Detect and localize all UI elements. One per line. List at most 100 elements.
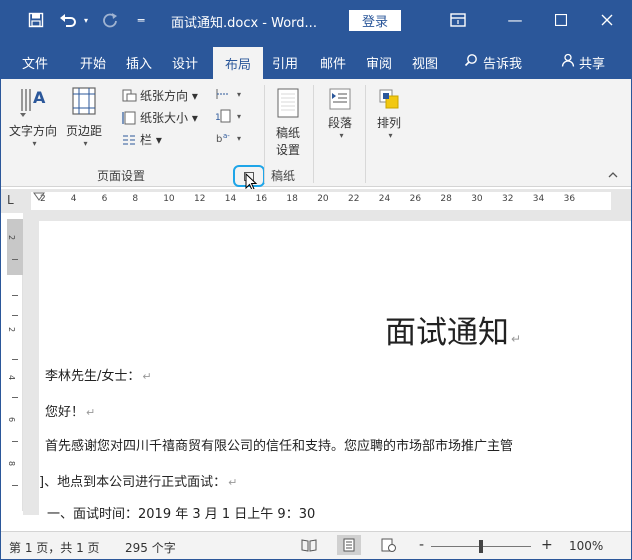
close-icon[interactable] xyxy=(589,7,625,33)
text-direction-button[interactable]: A 文字方向 ▾ xyxy=(7,85,59,148)
breaks-icon xyxy=(216,89,229,99)
ruler-number: 30 xyxy=(471,194,483,204)
columns-label: 栏 ▾ xyxy=(140,133,162,147)
svg-text:b: b xyxy=(216,134,222,145)
maximize-icon[interactable] xyxy=(543,7,579,33)
manuscript-settings-button[interactable]: 稿纸 设置 xyxy=(267,87,309,158)
arrange-icon xyxy=(377,87,401,114)
ruler-number: 32 xyxy=(502,194,514,204)
vruler-tick xyxy=(12,359,18,360)
size-icon xyxy=(122,111,136,124)
ruler-number: 20 xyxy=(317,194,329,204)
save-icon[interactable] xyxy=(25,10,47,30)
tab-view[interactable]: 视图 xyxy=(405,49,445,75)
read-mode-icon[interactable] xyxy=(301,538,317,555)
ruler-number: 10 xyxy=(163,194,175,204)
vruler-number: 6 xyxy=(7,416,17,423)
document-page[interactable]: 面试通知 ↵ 李林先生/女士： ↵ 您好！ ↵ 首先感谢您对四川千禧商贸有限公司的信任… xyxy=(39,221,631,522)
share-button[interactable]: 共享 xyxy=(553,49,613,75)
word-count[interactable]: 295 个字 xyxy=(125,539,176,556)
print-layout-icon[interactable] xyxy=(337,535,361,555)
ribbon-display-icon[interactable] xyxy=(447,10,469,30)
orientation-label: 纸张方向 ▾ xyxy=(140,89,198,103)
document-paragraph[interactable]: 李林先生/女士： ↵ xyxy=(45,365,152,384)
vertical-ruler[interactable]: 2 2 4 6 8 xyxy=(7,219,23,511)
hyphenation-button[interactable]: b a- ▾ xyxy=(215,131,241,145)
zoom-out-button[interactable]: - xyxy=(419,537,424,553)
document-paragraph[interactable]: 一、面试时间：2019 年 3 月 1 日上午 9：30 xyxy=(47,503,315,522)
vruler-number: 8 xyxy=(7,460,17,467)
paragraph-text: 您好！ xyxy=(45,405,85,420)
zoom-slider-thumb[interactable] xyxy=(479,540,483,553)
manuscript-group-label: 稿纸 xyxy=(271,169,296,183)
tab-references[interactable]: 引用 xyxy=(265,49,305,75)
ribbon-separator xyxy=(264,85,265,183)
zoom-level[interactable]: 100% xyxy=(569,539,603,553)
tab-insert[interactable]: 插入 xyxy=(119,49,159,75)
document-heading[interactable]: 面试通知 ↵ xyxy=(385,307,521,352)
text-direction-caret: ▾ xyxy=(32,139,37,148)
breaks-button[interactable]: ▾ xyxy=(215,87,241,101)
login-button[interactable]: 登录 xyxy=(349,10,401,31)
status-bar: 第 1 页，共 1 页 295 个字 - + 100% xyxy=(1,531,631,559)
vruler-number: 4 xyxy=(7,374,17,381)
chevron-up-icon[interactable] xyxy=(607,169,621,181)
minimize-icon[interactable]: — xyxy=(497,7,533,33)
paragraph-mark: ↵ xyxy=(86,406,96,419)
margins-icon xyxy=(68,85,100,122)
tab-review[interactable]: 审阅 xyxy=(359,49,399,75)
margins-caret: ▾ xyxy=(83,139,88,148)
svg-text:a-: a- xyxy=(223,132,230,140)
margins-button[interactable]: 页边距 ▾ xyxy=(61,85,107,148)
vruler-tick xyxy=(12,441,18,442)
customize-icon[interactable]: ═ xyxy=(133,10,149,30)
paragraph-mark: ↵ xyxy=(228,476,238,489)
orientation-button[interactable]: 纸张方向 ▾ xyxy=(121,87,198,104)
document-paragraph[interactable]: 首先感谢您对四川千禧商贸有限公司的信任和支持。您应聘的市场部市场推广主管 xyxy=(45,435,513,454)
ruler-number: 12 xyxy=(194,194,206,204)
size-button[interactable]: 纸张大小 ▾ xyxy=(121,109,198,126)
vruler-number: 2 xyxy=(7,234,17,241)
tab-file[interactable]: 文件 xyxy=(15,49,55,75)
page-setup-dialog-launcher[interactable] xyxy=(233,165,265,191)
word-window: ▾ ═ 面试通知.docx - Word... 登录 — 文件 开始 插入 设计… xyxy=(0,0,632,560)
orientation-icon xyxy=(122,89,137,101)
tab-selector[interactable]: L xyxy=(7,193,21,209)
ruler-number: 18 xyxy=(286,194,298,204)
ruler-number: 22 xyxy=(348,194,360,204)
tell-me-label: 告诉我 xyxy=(482,56,522,72)
arrange-button[interactable]: 排列 ▾ xyxy=(367,87,411,140)
undo-dropdown-icon[interactable]: ▾ xyxy=(81,10,91,30)
paragraph-text: 首先感谢您对四川千禧商贸有限公司的信任和支持。您应聘的市场部市场推广主管 xyxy=(45,439,514,454)
tab-design[interactable]: 设计 xyxy=(165,49,205,75)
line-numbers-button[interactable]: 1 ▾ xyxy=(215,109,241,123)
title-bar: ▾ ═ 面试通知.docx - Word... 登录 — xyxy=(1,1,631,39)
undo-icon[interactable] xyxy=(57,10,79,30)
paragraph-text: ]、地点到本公司进行正式面试： xyxy=(39,475,227,490)
columns-button[interactable]: 栏 ▾ xyxy=(121,131,162,148)
vruler-tick xyxy=(12,397,18,398)
horizontal-ruler[interactable]: 2 4 6 8 10 12 14 16 18 20 22 24 26 28 30 32 34 36 xyxy=(31,192,611,210)
vruler-tick xyxy=(12,315,18,316)
paragraph-mark: ↵ xyxy=(142,370,152,383)
ribbon: A 文字方向 ▾ 页边距 ▾ 纸张方向 ▾ 纸张大小 ▾ 栏 ▾ ▾ 1 ▾ b… xyxy=(1,79,631,191)
tab-mailings[interactable]: 邮件 xyxy=(313,49,353,75)
document-paragraph[interactable]: ]、地点到本公司进行正式面试： ↵ xyxy=(39,471,237,490)
zoom-in-button[interactable]: + xyxy=(541,537,553,553)
vertical-ruler-margin xyxy=(7,219,23,275)
web-layout-icon[interactable] xyxy=(381,538,397,555)
document-paragraph[interactable]: 您好！ ↵ xyxy=(45,401,95,420)
vruler-tick xyxy=(12,485,18,486)
redo-icon[interactable] xyxy=(101,10,119,30)
document-area[interactable]: 面试通知 ↵ 李林先生/女士： ↵ 您好！ ↵ 首先感谢您对四川千禧商贸有限公司的信任… xyxy=(23,213,631,522)
paragraph-label: 段落 xyxy=(327,116,352,130)
tell-me-search[interactable]: 告诉我 xyxy=(453,49,533,75)
tab-home[interactable]: 开始 xyxy=(73,49,113,75)
ruler-number: 28 xyxy=(440,194,452,204)
ruler-number: 36 xyxy=(563,194,576,204)
manuscript-label-2: 设置 xyxy=(275,143,300,157)
page-count[interactable]: 第 1 页，共 1 页 xyxy=(9,539,100,556)
paragraph-button[interactable]: 段落 ▾ xyxy=(319,87,361,140)
ruler-number: 4 xyxy=(70,194,77,204)
tab-layout[interactable]: 布局 xyxy=(213,47,263,79)
